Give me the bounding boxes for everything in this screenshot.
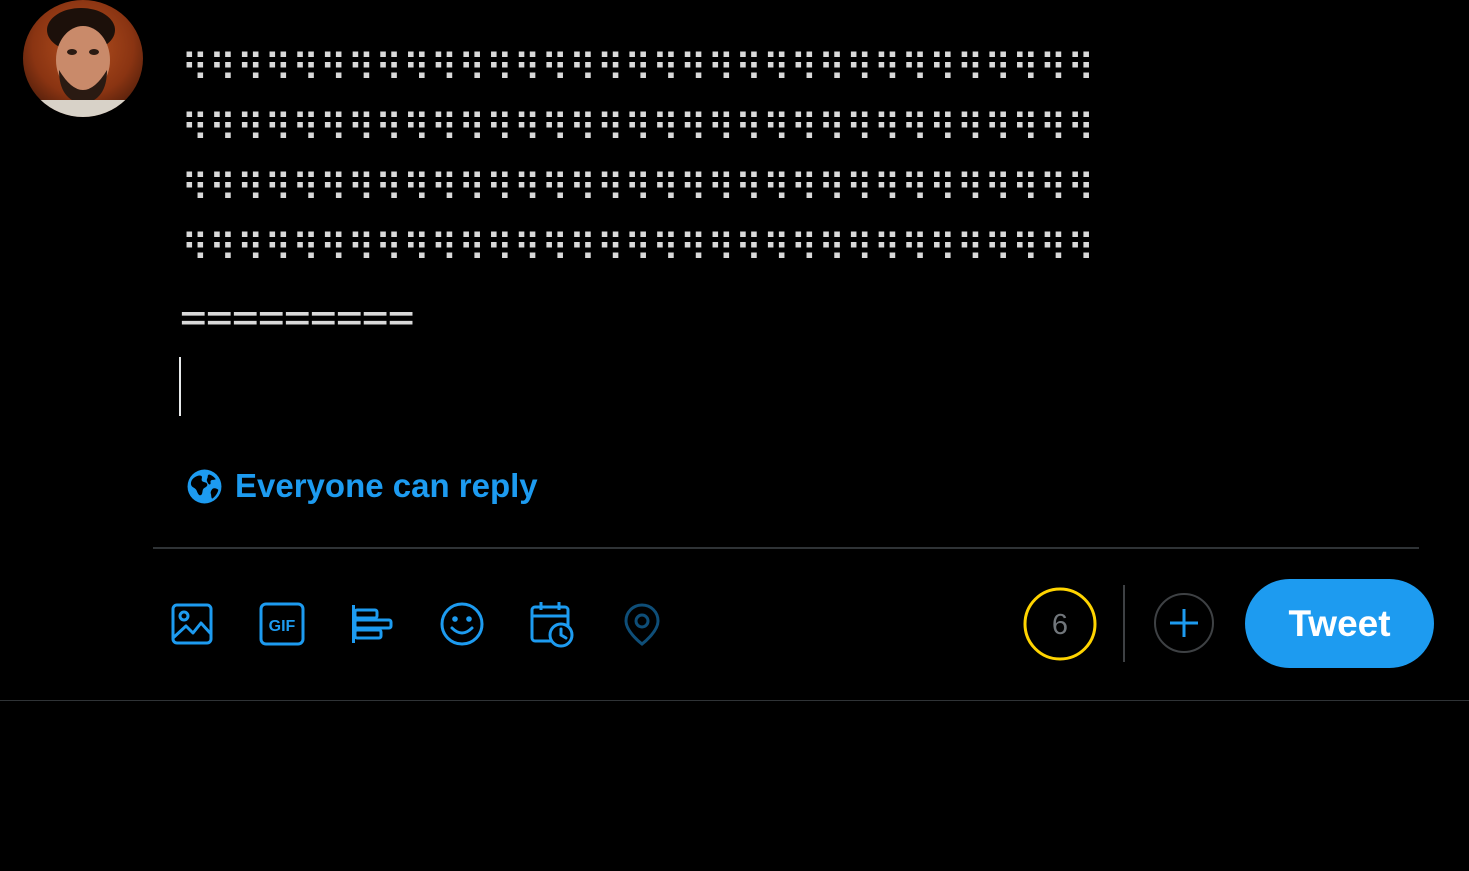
media-button[interactable] (160, 592, 224, 656)
braille-line: ⠻⠻⠻⠻⠻⠻⠻⠻⠻⠻⠻⠻⠻⠻⠻⠻⠻⠻⠻⠻⠻⠻⠻⠻⠻⠻⠻⠻⠻⠻⠻⠻⠻ (181, 166, 1095, 210)
add-tweet-button[interactable] (1154, 593, 1214, 653)
image-icon (171, 603, 213, 645)
braille-line: ⠻⠻⠻⠻⠻⠻⠻⠻⠻⠻⠻⠻⠻⠻⠻⠻⠻⠻⠻⠻⠻⠻⠻⠻⠻⠻⠻⠻⠻⠻⠻⠻⠻ (181, 226, 1095, 270)
gif-icon-label: GIF (269, 618, 296, 635)
text-caret (179, 357, 181, 416)
location-button[interactable] (610, 592, 674, 656)
poll-icon (352, 605, 393, 643)
reply-setting-label: Everyone can reply (235, 467, 538, 504)
avatar[interactable] (23, 0, 143, 117)
globe-icon (187, 469, 222, 503)
poll-button[interactable] (340, 592, 404, 656)
schedule-icon (530, 602, 574, 648)
composer-divider (153, 547, 1419, 549)
character-counter: 6 (1022, 586, 1098, 662)
tweet-button[interactable]: Tweet (1245, 579, 1434, 668)
location-icon (624, 603, 660, 646)
plus-icon (1170, 609, 1198, 637)
reply-setting-button[interactable]: Everyone can reply (186, 466, 538, 506)
tweet-text-separator[interactable]: ========= (180, 296, 414, 340)
emoji-button[interactable] (430, 592, 494, 656)
gif-button[interactable]: GIF (250, 592, 314, 656)
tweet-text-braille[interactable]: ⠻⠻⠻⠻⠻⠻⠻⠻⠻⠻⠻⠻⠻⠻⠻⠻⠻⠻⠻⠻⠻⠻⠻⠻⠻⠻⠻⠻⠻⠻⠻⠻⠻ ⠻⠻⠻⠻⠻⠻… (181, 38, 1421, 278)
composer-toolbar: GIF (160, 592, 700, 656)
remaining-characters: 6 (1051, 609, 1069, 641)
tweet-composer: ⠻⠻⠻⠻⠻⠻⠻⠻⠻⠻⠻⠻⠻⠻⠻⠻⠻⠻⠻⠻⠻⠻⠻⠻⠻⠻⠻⠻⠻⠻⠻⠻⠻ ⠻⠻⠻⠻⠻⠻… (0, 0, 1469, 701)
schedule-button[interactable] (520, 592, 584, 656)
braille-line: ⠻⠻⠻⠻⠻⠻⠻⠻⠻⠻⠻⠻⠻⠻⠻⠻⠻⠻⠻⠻⠻⠻⠻⠻⠻⠻⠻⠻⠻⠻⠻⠻⠻ (181, 46, 1095, 90)
avatar-photo (23, 0, 143, 117)
emoji-icon (440, 602, 484, 646)
braille-line: ⠻⠻⠻⠻⠻⠻⠻⠻⠻⠻⠻⠻⠻⠻⠻⠻⠻⠻⠻⠻⠻⠻⠻⠻⠻⠻⠻⠻⠻⠻⠻⠻⠻ (181, 106, 1095, 150)
toolbar-separator (1123, 585, 1125, 662)
gif-icon: GIF (259, 602, 305, 646)
